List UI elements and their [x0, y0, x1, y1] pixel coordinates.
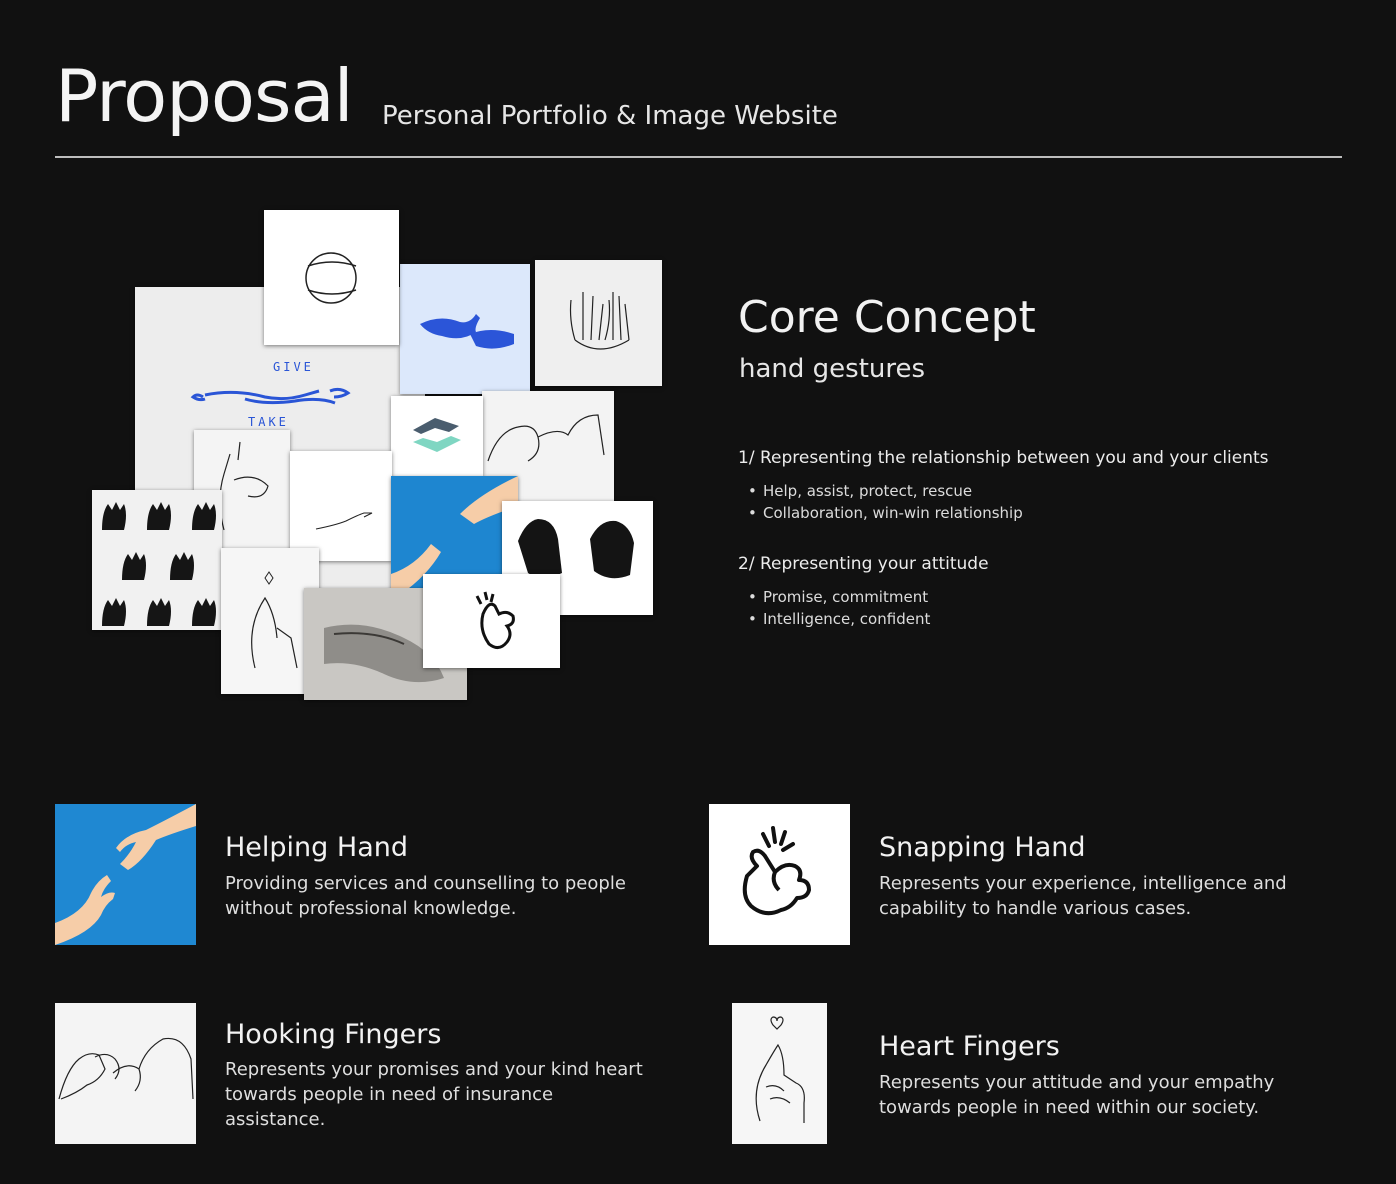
hooking-fingers-sketch [55, 1003, 196, 1144]
concept-subtitle: hand gestures [739, 354, 926, 384]
concept-point-bullets: Promise, commitment Intelligence, confid… [738, 586, 930, 630]
feature-description: Represents your experience, intelligence… [879, 873, 1287, 919]
page-title: Proposal [55, 54, 354, 138]
feature-description: Represents your attitude and your empath… [879, 1072, 1275, 1118]
bullet-item: Help, assist, protect, rescue [738, 480, 1023, 502]
bullet-item: Promise, commitment [738, 586, 930, 608]
feature-title: Snapping Hand [879, 832, 1086, 863]
concept-point-bullets: Help, assist, protect, rescue Collaborat… [738, 480, 1023, 524]
feature-title: Heart Fingers [879, 1031, 1060, 1062]
heart-fingers-sketch [732, 1003, 827, 1144]
header-divider [55, 156, 1342, 158]
logo-circle-card [264, 210, 399, 345]
feature-description: Represents your promises and your kind h… [225, 1059, 643, 1130]
blue-hands-card [400, 264, 530, 394]
feature-description: Providing services and counselling to pe… [225, 873, 626, 919]
give-label: GIVE [273, 360, 314, 374]
concept-point-heading: 1/ Representing the relationship between… [738, 448, 1269, 468]
feature-title: Helping Hand [225, 832, 408, 863]
reaching-hand-line-card [290, 451, 392, 561]
bullet-item: Intelligence, confident [738, 608, 930, 630]
snap-icon-card [423, 574, 560, 668]
bullet-item: Collaboration, win-win relationship [738, 502, 1023, 524]
high-five-sketch-card [535, 260, 662, 386]
feature-title: Hooking Fingers [225, 1019, 442, 1050]
page-subtitle: Personal Portfolio & Image Website [382, 101, 838, 131]
concept-title: Core Concept [738, 292, 1036, 343]
take-label: TAKE [248, 415, 289, 429]
moodboard-collage: GIVE TAKE [90, 208, 665, 703]
concept-point-heading: 2/ Representing your attitude [738, 554, 989, 574]
hands-pattern-card [92, 490, 222, 630]
s-logo-card [391, 396, 483, 476]
helping-hand-image [55, 804, 196, 945]
snapping-hand-icon [709, 804, 850, 945]
